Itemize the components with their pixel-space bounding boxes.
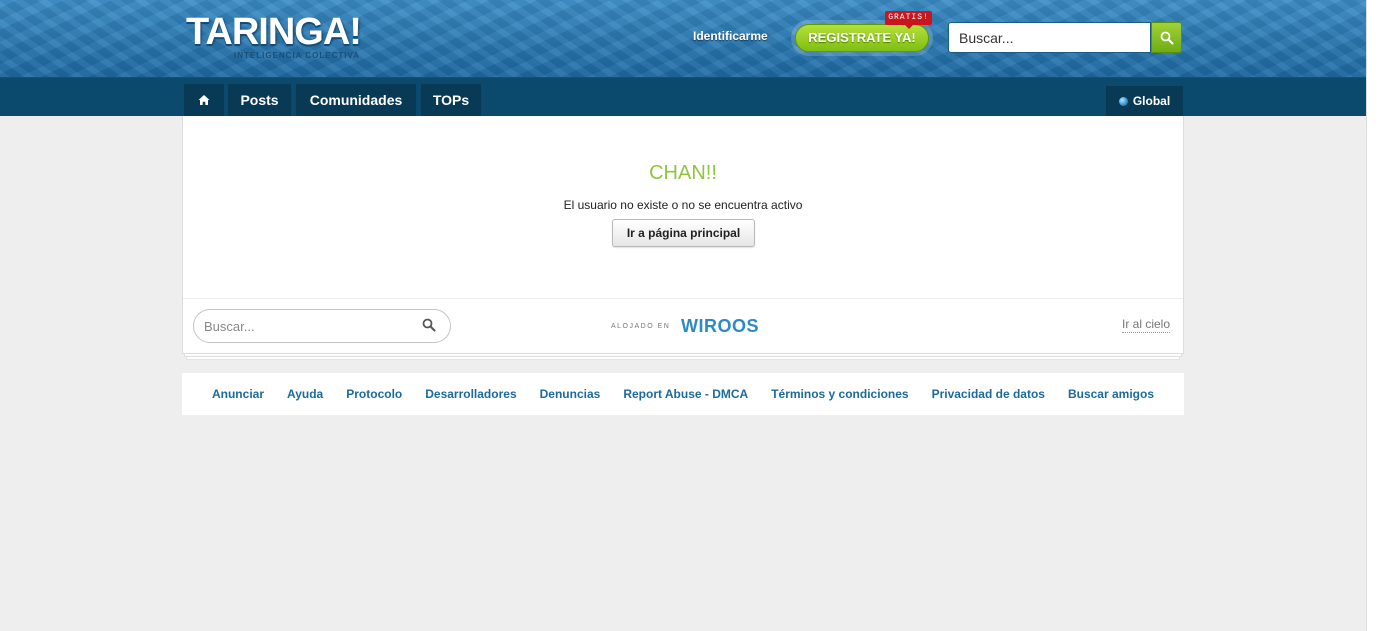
header-search-button[interactable] <box>1151 22 1182 53</box>
footer-link-denuncias[interactable]: Denuncias <box>540 387 601 401</box>
taringa-logo[interactable]: TARINGA! <box>186 12 362 52</box>
footer-link-buscar-amigos[interactable]: Buscar amigos <box>1068 387 1154 401</box>
region-selector[interactable]: Global <box>1106 86 1183 116</box>
footer-link-anunciar[interactable]: Anunciar <box>212 387 264 401</box>
panel-shadow <box>186 357 1180 360</box>
panel-footer: ALOJADO EN WIROOS Ir al cielo <box>183 298 1183 355</box>
nav-comunidades[interactable]: Comunidades <box>296 84 416 116</box>
footer-link-ayuda[interactable]: Ayuda <box>287 387 323 401</box>
login-link[interactable]: Identificarme <box>693 29 768 43</box>
footer-search-input[interactable] <box>193 309 451 343</box>
scrollbar-gutter <box>1366 0 1400 631</box>
search-icon <box>1160 31 1173 44</box>
footer-link-desarrolladores[interactable]: Desarrolladores <box>425 387 516 401</box>
back-to-top-link[interactable]: Ir al cielo <box>1122 317 1171 333</box>
header-search-input[interactable] <box>948 22 1151 53</box>
nav-tops[interactable]: TOPs <box>421 84 481 116</box>
logo-tagline: INTELIGENCIA COLECTIVA <box>234 51 360 60</box>
error-title: CHAN!! <box>649 162 717 184</box>
nav-home[interactable] <box>184 84 224 116</box>
nav-posts[interactable]: Posts <box>228 84 291 116</box>
hosted-label: ALOJADO EN <box>611 323 671 330</box>
wiroos-logo[interactable]: WIROOS <box>681 316 759 337</box>
free-badge: GRATIS! <box>885 11 932 29</box>
error-message: El usuario no existe o no se encuentra a… <box>563 198 803 212</box>
footer-link-privacidad[interactable]: Privacidad de datos <box>932 387 1045 401</box>
site-header: TARINGA! INTELIGENCIA COLECTIVA Identifi… <box>0 0 1366 78</box>
globe-icon <box>1118 96 1128 106</box>
footer-link-terminos[interactable]: Términos y condiciones <box>771 387 908 401</box>
region-label: Global <box>1132 94 1171 108</box>
footer-link-protocolo[interactable]: Protocolo <box>346 387 402 401</box>
search-icon[interactable] <box>422 318 436 332</box>
home-page-button[interactable]: Ir a página principal <box>612 219 755 247</box>
footer-link-report-abuse[interactable]: Report Abuse - DMCA <box>623 387 748 401</box>
error-panel: CHAN!! El usuario no existe o no se encu… <box>182 116 1184 354</box>
home-icon <box>198 95 210 105</box>
footer-links: Anunciar Ayuda Protocolo Desarrolladores… <box>182 373 1184 415</box>
